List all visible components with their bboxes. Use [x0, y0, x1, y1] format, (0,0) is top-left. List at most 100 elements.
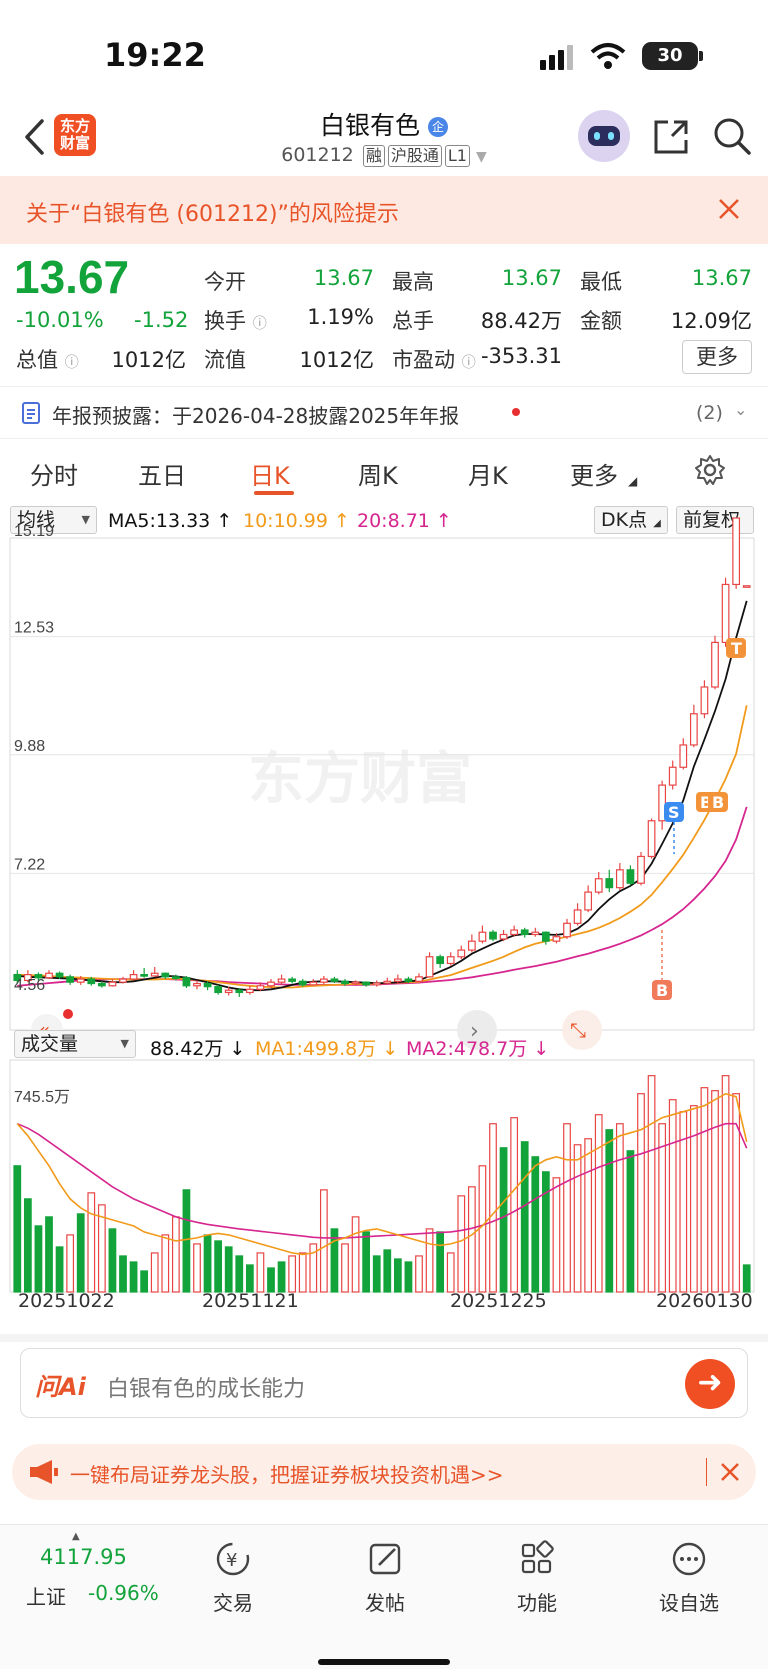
volume-bar-down [108, 1228, 117, 1293]
volume-bar-up [721, 1075, 730, 1293]
volume-bar-up [425, 1228, 434, 1293]
robot-assistant-icon[interactable] [578, 110, 630, 162]
change-percent: -10.01% [16, 308, 104, 332]
volume-bar-down [383, 1249, 392, 1293]
volume-bar-down [541, 1171, 550, 1293]
risk-warning-banner[interactable]: 关于“白银有色 (601212)”的风险提示 [0, 176, 768, 244]
candle-down [55, 972, 64, 978]
volume-bar-up [288, 1255, 297, 1293]
candle-up [119, 978, 127, 983]
tab-weekly-k[interactable]: 周K [358, 456, 398, 491]
nav-functions-label: 功能 [517, 1591, 557, 1615]
more-button[interactable]: 更多 [682, 340, 752, 374]
quote-panel: 13.67 -10.01% -1.52 总值 ⓘ 1012亿 今开 13.67 … [0, 244, 768, 386]
candle-down [330, 978, 339, 982]
tab-monthly-k[interactable]: 月K [468, 456, 508, 491]
tag-connect: 沪股通 [387, 145, 442, 167]
more-dots-icon [634, 1539, 744, 1579]
annual-report-notice[interactable]: 年报预披露：于2026-04-28披露2025年年报 (2) ⌄ [0, 388, 768, 438]
nav-functions[interactable]: 功能 [482, 1539, 592, 1616]
enterprise-badge-icon: 企 [427, 117, 448, 137]
volume-bar-up [415, 1255, 423, 1293]
ai-input-placeholder[interactable]: 白银有色的成长能力 [107, 1371, 305, 1403]
price-tick-label: 12.53 [14, 620, 54, 637]
volume-bar-up [467, 1186, 476, 1293]
volume-bar-up [298, 1252, 307, 1293]
nav-trade[interactable]: ¥ 交易 [178, 1539, 288, 1616]
volume-bar-down [436, 1231, 445, 1293]
volume-bar-down [34, 1225, 43, 1293]
candle-up [499, 933, 508, 940]
candle-down [436, 956, 445, 965]
close-icon[interactable] [720, 1462, 740, 1482]
candle-up [45, 972, 53, 979]
promo-banner[interactable]: 一键布局证券龙头股，把握证券板块投资机遇>> [12, 1444, 756, 1500]
vol-ma2-value: MA2:478.7万 [406, 1038, 528, 1060]
candle-up [351, 981, 360, 985]
index-name[interactable]: 上证 [26, 1581, 66, 1610]
tab-more[interactable]: 更多 [570, 456, 618, 491]
megaphone-icon [30, 1460, 58, 1484]
candle-up [711, 641, 719, 688]
high-label: 最高 [392, 270, 434, 294]
volume-bar-up [341, 1243, 349, 1293]
signal-markers: S B B B T [63, 638, 746, 1019]
index-value[interactable]: 4117.95 [40, 1545, 127, 1569]
volume-bars [13, 1075, 751, 1293]
volume-bar-down [531, 1156, 540, 1293]
date-label-4: 20260130 [656, 1290, 753, 1312]
candle-down [404, 978, 413, 982]
nav-add-watchlist[interactable]: 设自选 [634, 1539, 744, 1616]
kline-chart[interactable]: 东方财富 15.19 12.53 9.88 7.22 4.56 745.5万 S B B… [0, 502, 768, 1332]
turnover-value: 1.19% [307, 305, 374, 329]
home-indicator [318, 1659, 450, 1665]
last-price: 13.67 [14, 251, 130, 303]
candle-down [288, 978, 297, 982]
candle-up [393, 978, 402, 982]
take-profit-marker-label: T [731, 639, 742, 658]
signal-icon [540, 45, 573, 70]
candle-up [531, 931, 540, 936]
tab-timeshare[interactable]: 分时 [30, 456, 78, 491]
search-icon[interactable] [712, 116, 752, 156]
total-value: 1012亿 [111, 348, 186, 372]
candle-up [319, 978, 328, 983]
stock-name: 白银有色 [320, 111, 421, 140]
ai-ask-box[interactable]: 问Ai 白银有色的成长能力 ➜ [20, 1348, 748, 1418]
arrow-down-icon: ↓ [527, 1038, 550, 1060]
gear-icon[interactable] [694, 454, 726, 486]
date-label-3: 20251225 [450, 1290, 547, 1312]
volume-bar-down [55, 1246, 64, 1293]
float-value-label: 流值 [204, 348, 246, 372]
candle-up [647, 820, 656, 858]
nav-post[interactable]: 发帖 [330, 1539, 440, 1616]
tab-daily-k[interactable]: 日K [250, 456, 290, 491]
section-gap [0, 1334, 768, 1342]
volume-bar-up [594, 1114, 603, 1293]
volume-bar-up [66, 1234, 75, 1293]
volume-bar-down [119, 1255, 127, 1293]
index-change: -0.96% [88, 1581, 159, 1605]
info-icon[interactable]: ⓘ [253, 316, 267, 332]
volume-bar-down [214, 1240, 223, 1293]
volume-selector-label: 成交量 [21, 1033, 79, 1055]
candle-up [309, 981, 318, 986]
candle-up [76, 978, 85, 983]
notice-count: (2) [696, 402, 723, 424]
volume-bar-up [689, 1105, 698, 1293]
volume-bar-up [161, 1234, 170, 1293]
info-icon[interactable]: ⓘ [65, 355, 79, 371]
candle-up [267, 981, 275, 987]
event-dot [63, 1009, 73, 1019]
close-icon[interactable] [718, 198, 740, 220]
ai-submit-button[interactable]: ➜ [685, 1359, 735, 1409]
turnover-label: 换手 [204, 309, 246, 333]
tab-five-day[interactable]: 五日 [138, 456, 186, 491]
candle-down [214, 986, 223, 994]
chart-tabs: 分时 五日 日K 周K 月K 更多 ◢ [0, 440, 768, 502]
volume-selector[interactable]: 成交量 ▼ [14, 1030, 136, 1058]
share-icon[interactable] [652, 118, 690, 156]
volume-bar-down [520, 1141, 529, 1293]
candle-up [108, 981, 117, 987]
volume-bar-down [203, 1234, 212, 1293]
